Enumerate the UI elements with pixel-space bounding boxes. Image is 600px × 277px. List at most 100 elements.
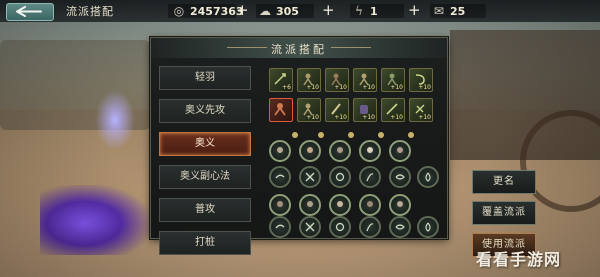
portrait-icon <box>307 147 313 153</box>
wind-icon <box>275 174 285 179</box>
enhance-level: +6 <box>282 84 291 91</box>
portrait-icon <box>397 147 403 153</box>
skill-slot[interactable] <box>329 140 351 162</box>
slot-connector <box>292 132 298 138</box>
portrait-icon <box>277 147 283 153</box>
skill-slot[interactable] <box>269 166 291 188</box>
add-energy-button[interactable]: + <box>408 1 421 19</box>
rename-button[interactable]: 更名 <box>472 170 536 194</box>
skill-slot[interactable] <box>269 216 291 238</box>
feather-icon <box>366 173 374 182</box>
wind-icon <box>275 224 285 229</box>
portrait-icon <box>397 201 403 207</box>
enhance-level: +10 <box>362 84 375 91</box>
eye-icon <box>395 174 405 180</box>
feather-icon <box>366 223 374 232</box>
portrait-icon <box>307 201 313 207</box>
skill-slot[interactable] <box>299 140 321 162</box>
slot-connector <box>408 132 414 138</box>
equipment-slot[interactable]: +10 <box>381 68 405 92</box>
back-button[interactable] <box>6 3 54 21</box>
site-watermark: 看看手游网 <box>476 250 562 269</box>
tickets-value: 25 <box>450 4 466 18</box>
equipment-slot[interactable]: +10 <box>409 68 433 92</box>
enhance-level: +10 <box>334 84 347 91</box>
portrait-icon <box>337 147 343 153</box>
skill-slot[interactable] <box>329 194 351 216</box>
skill-slot[interactable] <box>269 140 291 162</box>
skill-slot[interactable] <box>389 140 411 162</box>
equipment-slot[interactable]: +10 <box>325 98 349 122</box>
skill-slot[interactable] <box>417 166 439 188</box>
equipment-slot[interactable]: +10 <box>353 68 377 92</box>
slot-connector <box>378 132 384 138</box>
top-bar: 流派搭配 ◎ 2457363 + ☁ 305 + ϟ 1 + ✉ 25 <box>0 0 600 22</box>
enhance-level: +10 <box>306 84 319 91</box>
equipment-slot[interactable]: +10 <box>353 98 377 122</box>
cross-blades-icon <box>305 222 315 232</box>
ticket-icon: ✉ <box>433 4 445 18</box>
panel-title: 流派搭配 <box>271 43 327 56</box>
skill-slot[interactable] <box>359 194 381 216</box>
tab-dazhuang[interactable]: 打桩 <box>159 231 251 255</box>
portrait-icon <box>367 201 373 207</box>
equipment-slot-selected[interactable] <box>269 98 293 122</box>
portrait-icon <box>277 201 283 207</box>
equipment-grid: +6 +10 +10 +10 +10 +10 +10 +10 +10 +10 +… <box>267 66 443 238</box>
tickets-display: ✉ 25 <box>432 2 465 20</box>
enhance-level: +10 <box>362 114 375 121</box>
portrait-icon <box>337 201 343 207</box>
equipment-slot[interactable]: +6 <box>269 68 293 92</box>
slot-connector <box>318 132 324 138</box>
skill-slot[interactable] <box>389 194 411 216</box>
energy-display: ϟ 1 <box>352 2 378 20</box>
eye-icon <box>395 224 405 230</box>
flame-icon <box>425 172 431 182</box>
equipment-slot[interactable]: +10 <box>381 98 405 122</box>
enhance-level: +10 <box>418 84 431 91</box>
skill-slot[interactable] <box>299 166 321 188</box>
enhance-level: +10 <box>418 114 431 121</box>
skill-slot[interactable] <box>359 216 381 238</box>
tab-pugong[interactable]: 普攻 <box>159 198 251 222</box>
skill-slot[interactable] <box>389 166 411 188</box>
overwrite-school-button[interactable]: 覆盖流派 <box>472 201 536 225</box>
enhance-level: +10 <box>306 114 319 121</box>
tab-aoyi[interactable]: 奥义 <box>159 132 251 156</box>
skill-slot[interactable] <box>359 166 381 188</box>
equipment-slot[interactable]: +10 <box>409 98 433 122</box>
equipment-slot[interactable]: +10 <box>297 68 321 92</box>
add-currency2-button[interactable]: + <box>322 1 335 19</box>
skill-slot[interactable] <box>329 166 351 188</box>
skill-slot[interactable] <box>359 140 381 162</box>
tab-aoyi-xiangong[interactable]: 奥义先攻 <box>159 99 251 123</box>
skill-slot[interactable] <box>299 194 321 216</box>
page-title: 流派搭配 <box>66 5 114 18</box>
ingot-icon: ☁ <box>259 4 271 18</box>
cross-blades-icon <box>305 172 315 182</box>
currency2-display: ☁ 305 <box>258 2 299 20</box>
currency2-value: 305 <box>276 4 299 18</box>
swirl-icon <box>335 222 345 232</box>
equipment-slot[interactable]: +10 <box>297 98 321 122</box>
equipment-slot[interactable]: +10 <box>325 68 349 92</box>
energy-value: 1 <box>370 4 378 18</box>
coins-display: ◎ 2457363 <box>172 2 244 20</box>
flame-icon <box>425 222 431 232</box>
figure-icon <box>274 103 286 116</box>
enhance-level: +10 <box>390 114 403 121</box>
tab-qingyu[interactable]: 轻羽 <box>159 66 251 90</box>
skill-slot[interactable] <box>389 216 411 238</box>
lightning-icon: ϟ <box>355 4 363 18</box>
portrait-icon <box>367 147 373 153</box>
skill-slot[interactable] <box>269 194 291 216</box>
slot-connector <box>348 132 354 138</box>
add-coins-button[interactable]: + <box>236 1 249 19</box>
skill-slot[interactable] <box>299 216 321 238</box>
swirl-icon <box>335 172 345 182</box>
skill-slot[interactable] <box>329 216 351 238</box>
tab-aoyi-fuxinfa[interactable]: 奥义副心法 <box>159 165 251 189</box>
skill-slot[interactable] <box>417 216 439 238</box>
back-arrow-icon <box>16 6 42 17</box>
enhance-level: +10 <box>334 114 347 121</box>
